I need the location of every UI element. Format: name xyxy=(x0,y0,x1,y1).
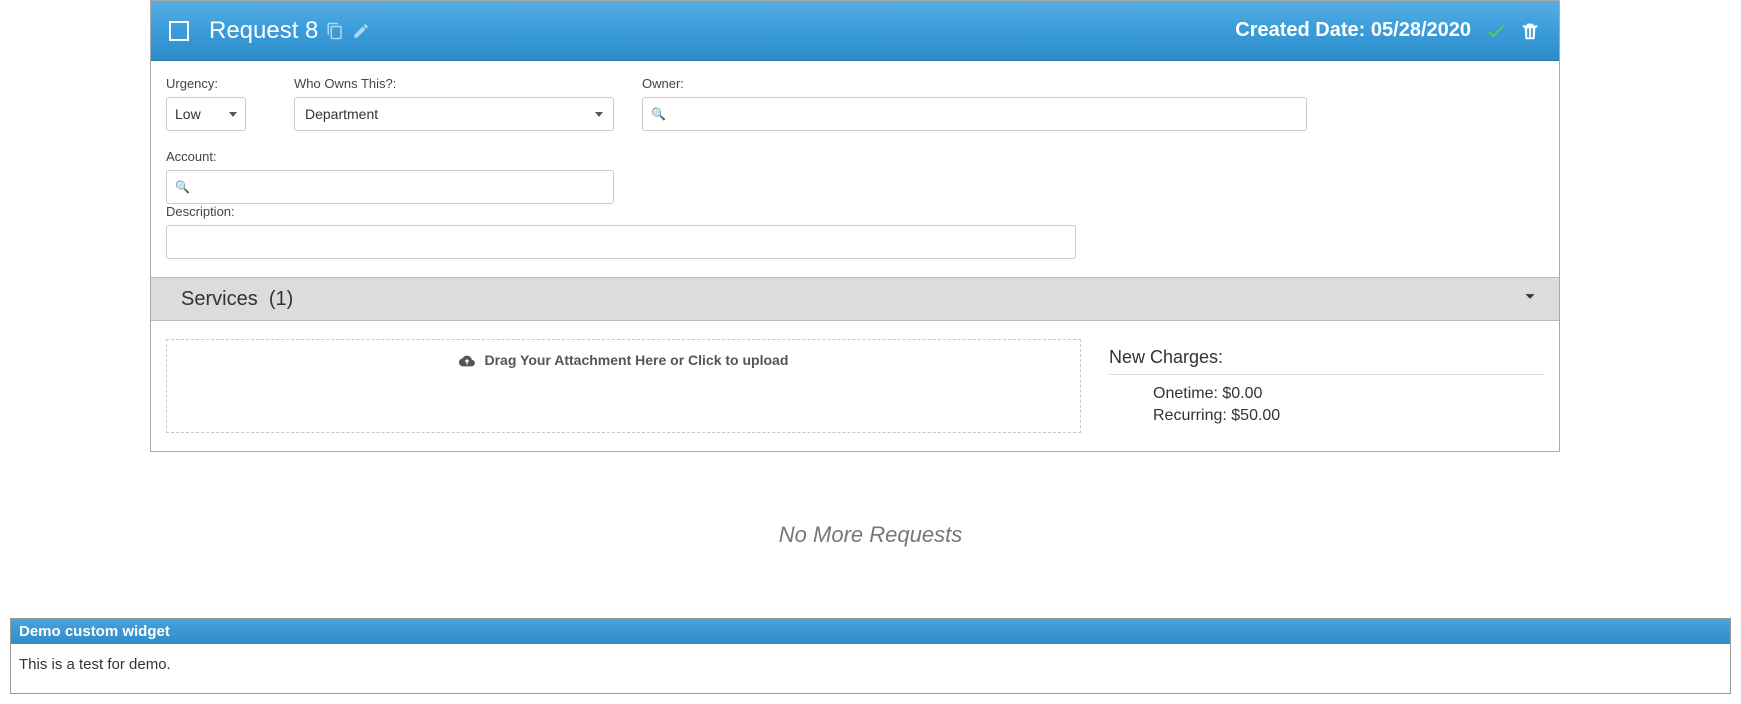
charge-onetime: Onetime: $0.00 xyxy=(1109,383,1544,405)
new-charges-block: New Charges: Onetime: $0.00 Recurring: $… xyxy=(1109,339,1544,433)
who-owns-label: Who Owns This?: xyxy=(294,76,614,91)
who-owns-field: Who Owns This?: Department xyxy=(294,76,614,131)
urgency-label: Urgency: xyxy=(166,76,246,91)
description-input[interactable] xyxy=(166,225,1076,259)
who-owns-select[interactable]: Department xyxy=(294,97,614,131)
owner-field: Owner: 🔍 xyxy=(642,76,1307,131)
demo-widget-body: This is a test for demo. xyxy=(11,644,1730,693)
urgency-select[interactable]: Low xyxy=(166,97,246,131)
cloud-upload-icon xyxy=(459,353,475,369)
caret-down-icon xyxy=(595,112,603,117)
select-checkbox[interactable] xyxy=(169,21,189,41)
caret-down-icon xyxy=(229,112,237,117)
services-section-header[interactable]: Services (1) xyxy=(151,277,1559,321)
new-charges-title: New Charges: xyxy=(1109,347,1544,375)
search-icon: 🔍 xyxy=(651,107,666,121)
demo-widget-header: Demo custom widget xyxy=(11,619,1730,644)
pencil-icon[interactable] xyxy=(352,22,370,40)
account-label: Account: xyxy=(166,149,614,164)
card-header: Request 8 Created Date: 05/28/2020 xyxy=(151,1,1559,61)
dropzone-text: Drag Your Attachment Here or Click to up… xyxy=(484,352,788,368)
chevron-down-icon xyxy=(1519,285,1541,313)
created-date: Created Date: 05/28/2020 xyxy=(1235,19,1471,42)
urgency-field: Urgency: Low xyxy=(166,76,246,131)
services-count: (1) xyxy=(269,288,293,311)
trash-icon[interactable] xyxy=(1519,20,1541,42)
attachment-dropzone[interactable]: Drag Your Attachment Here or Click to up… xyxy=(166,339,1081,433)
owner-label: Owner: xyxy=(642,76,1307,91)
approve-icon[interactable] xyxy=(1485,20,1507,42)
owner-input[interactable]: 🔍 xyxy=(642,97,1307,131)
search-icon: 🔍 xyxy=(175,180,190,194)
no-more-requests: No More Requests xyxy=(0,522,1741,548)
account-input[interactable]: 🔍 xyxy=(166,170,614,204)
description-label: Description: xyxy=(166,204,1076,219)
services-label: Services xyxy=(181,288,258,311)
demo-widget: Demo custom widget This is a test for de… xyxy=(10,618,1731,694)
card-title: Request 8 xyxy=(209,17,318,45)
request-card: Request 8 Created Date: 05/28/2020 Urgen… xyxy=(150,0,1560,452)
charge-recurring: Recurring: $50.00 xyxy=(1109,405,1544,427)
card-body: Urgency: Low Who Owns This?: Department … xyxy=(151,61,1559,451)
description-field: Description: xyxy=(166,204,1076,259)
account-field: Account: 🔍 xyxy=(166,149,614,204)
copy-icon[interactable] xyxy=(326,22,344,40)
